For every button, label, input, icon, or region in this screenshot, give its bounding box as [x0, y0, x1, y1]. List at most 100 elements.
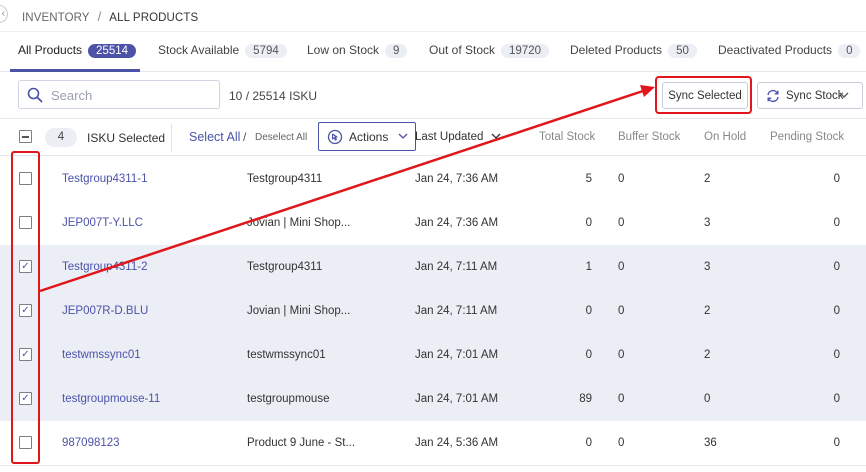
search-input[interactable] — [51, 85, 211, 105]
product-name: Jovian | Mini Shop... — [247, 305, 351, 317]
last-updated: Jan 24, 5:36 AM — [415, 437, 499, 449]
on-hold: 2 — [704, 173, 711, 185]
column-on-hold: On Hold — [704, 131, 747, 143]
buffer-stock: 0 — [618, 305, 625, 317]
column-label: Last Updated — [415, 131, 484, 143]
column-last-updated[interactable]: Last Updated — [415, 131, 501, 143]
chevron-down-icon — [491, 133, 501, 139]
product-name: testwmssync01 — [247, 349, 326, 361]
isku-count: 10 / 25514 ISKU — [229, 89, 317, 103]
table-row[interactable]: ✓ Testgroup4311-2 Testgroup4311 Jan 24, … — [0, 245, 866, 290]
product-name: Jovian | Mini Shop... — [247, 217, 351, 229]
top-bar: ‹ INVENTORY / ALL PRODUCTS — [0, 0, 866, 32]
total-stock: 1 — [585, 261, 592, 273]
tab-all-products[interactable]: All Products 25514 — [18, 43, 137, 58]
table-header: 4 ISKU Selected Select All / Deselect Al… — [0, 118, 866, 156]
isku-count-total: / 25514 ISKU — [242, 89, 318, 103]
isku-link[interactable]: Testgroup4311-2 — [62, 261, 147, 273]
tab-label: Out of Stock — [429, 43, 496, 57]
column-pending-stock: Pending Stock — [770, 131, 845, 143]
isku-link[interactable]: JEP007T-Y.LLC — [62, 217, 143, 229]
pending-stock: 0 — [833, 305, 840, 317]
total-stock: 0 — [585, 437, 592, 449]
tab-label: Deactivated Products — [718, 43, 833, 57]
product-name: Product 9 June - St... — [247, 437, 356, 449]
isku-link[interactable]: testwmssync01 — [62, 349, 141, 361]
table-row[interactable]: Testgroup4311-1 Testgroup4311 Jan 24, 7:… — [0, 157, 866, 202]
last-updated: Jan 24, 7:11 AM — [415, 261, 498, 273]
buffer-stock: 0 — [618, 437, 625, 449]
breadcrumb-inventory[interactable]: INVENTORY — [22, 12, 90, 24]
table-row[interactable]: ✓ testwmssync01 testwmssync01 Jan 24, 7:… — [0, 333, 866, 378]
total-stock: 0 — [585, 305, 592, 317]
chevron-down-icon — [839, 92, 849, 98]
isku-count-selected: 10 — [229, 89, 243, 103]
select-all-checkbox[interactable] — [19, 130, 32, 143]
tab-label: All Products — [18, 43, 83, 57]
select-all-link[interactable]: Select All — [189, 130, 240, 144]
selected-label: ISKU Selected — [87, 131, 166, 145]
last-updated: Jan 24, 7:36 AM — [415, 217, 499, 229]
on-hold: 3 — [704, 261, 711, 273]
sidebar-collapse-icon[interactable]: ‹ — [0, 5, 8, 23]
tab-count-badge: 9 — [385, 44, 408, 58]
on-hold: 0 — [704, 393, 711, 405]
pending-stock: 0 — [833, 349, 840, 361]
column-total-stock: Total Stock — [539, 131, 596, 143]
select-separator: / — [243, 130, 247, 144]
tab-low-on-stock[interactable]: Low on Stock 9 — [307, 43, 408, 58]
on-hold: 2 — [704, 305, 711, 317]
tab-label: Low on Stock — [307, 43, 380, 57]
annotation-highlight-sync-selected — [655, 76, 752, 114]
product-name: Testgroup4311 — [247, 261, 323, 273]
buffer-stock: 0 — [618, 349, 625, 361]
tab-stock-available[interactable]: Stock Available 5794 — [158, 43, 287, 58]
status-tabs: All Products 25514 Stock Available 5794 Lo… — [0, 32, 866, 72]
annotation-highlight-checkboxes — [11, 151, 40, 464]
pending-stock: 0 — [833, 261, 840, 273]
tab-out-of-stock[interactable]: Out of Stock 19720 — [429, 43, 550, 58]
pending-stock: 0 — [833, 393, 840, 405]
tab-label: Stock Available — [158, 43, 240, 57]
actions-dropdown[interactable]: Actions — [318, 122, 416, 151]
isku-link[interactable]: JEP007R-D.BLU — [62, 305, 148, 317]
pending-stock: 0 — [833, 173, 840, 185]
table-row[interactable]: 987098123 Product 9 June - St... Jan 24,… — [0, 421, 866, 466]
tab-count-badge: 0 — [838, 44, 861, 58]
pending-stock: 0 — [833, 217, 840, 229]
tab-count-badge: 25514 — [88, 44, 137, 58]
total-stock: 0 — [585, 217, 592, 229]
buffer-stock: 0 — [618, 173, 625, 185]
selected-count-badge: 4 — [45, 128, 77, 147]
search-box[interactable] — [18, 80, 220, 109]
isku-link[interactable]: Testgroup4311-1 — [62, 173, 147, 185]
table-row[interactable]: JEP007T-Y.LLC Jovian | Mini Shop... Jan … — [0, 201, 866, 246]
table-row[interactable]: ✓ testgroupmouse-11 testgroupmouse Jan 2… — [0, 377, 866, 422]
on-hold: 36 — [704, 437, 717, 449]
search-icon — [27, 87, 43, 103]
sync-stock-label: Sync Stock — [786, 89, 844, 102]
total-stock: 5 — [585, 173, 592, 185]
sync-icon — [767, 89, 779, 102]
column-buffer-stock: Buffer Stock — [618, 131, 681, 143]
sync-stock-button[interactable]: Sync Stock — [757, 82, 863, 109]
buffer-stock: 0 — [618, 217, 625, 229]
on-hold: 2 — [704, 349, 711, 361]
breadcrumb-separator: / — [97, 9, 102, 24]
total-stock: 89 — [579, 393, 592, 405]
breadcrumb: INVENTORY / ALL PRODUCTS — [22, 9, 198, 24]
cursor-click-icon — [327, 129, 343, 145]
tab-deactivated-products[interactable]: Deactivated Products 0 — [718, 43, 861, 58]
table-row[interactable]: ✓ JEP007R-D.BLU Jovian | Mini Shop... Ja… — [0, 289, 866, 334]
tab-count-badge: 19720 — [501, 44, 550, 58]
deselect-all-link[interactable]: Deselect All — [255, 132, 307, 143]
tab-label: Deleted Products — [570, 43, 663, 57]
tab-count-badge: 5794 — [245, 44, 287, 58]
buffer-stock: 0 — [618, 393, 625, 405]
isku-link[interactable]: 987098123 — [62, 437, 120, 449]
pending-stock: 0 — [833, 437, 840, 449]
isku-link[interactable]: testgroupmouse-11 — [62, 393, 160, 405]
tab-deleted-products[interactable]: Deleted Products 50 — [570, 43, 697, 58]
last-updated: Jan 24, 7:36 AM — [415, 173, 499, 185]
total-stock: 0 — [585, 349, 592, 361]
